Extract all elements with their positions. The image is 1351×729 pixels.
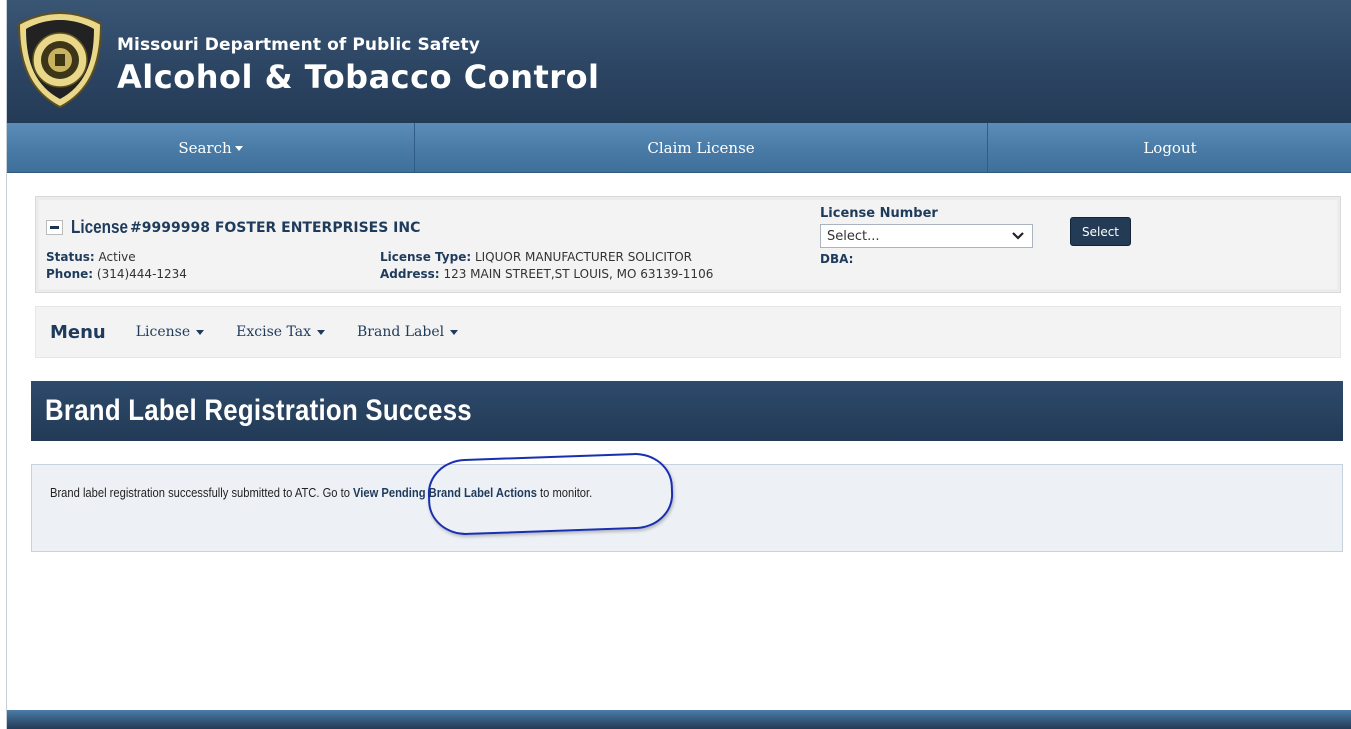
license-number-select[interactable]: Select... (820, 224, 1033, 248)
menu-bar: Menu License Excise Tax Brand Label (35, 306, 1341, 358)
message-text-before: Brand label registration successfully su… (50, 485, 354, 500)
address-field: Address: 123 MAIN STREET,ST LOUIS, MO 63… (380, 267, 713, 281)
dba-label: DBA: (820, 252, 854, 266)
phone-value: (314)444-1234 (96, 267, 187, 281)
caret-down-icon (317, 329, 325, 335)
license-type-label: License Type: (380, 250, 472, 264)
license-panel: License #9999998 FOSTER ENTERPRISES INC … (35, 196, 1341, 293)
address-value: 123 MAIN STREET,ST LOUIS, MO 63139-1106 (443, 267, 714, 281)
menu-brand-label-label: Brand Label (357, 324, 445, 340)
missouri-seal-logo (17, 11, 103, 109)
status-value: Active (98, 250, 136, 264)
caret-down-icon (196, 329, 205, 335)
message-text-after: to monitor. (536, 485, 593, 500)
view-pending-brand-label-actions-link[interactable]: View Pending Brand Label Actions (353, 485, 537, 500)
success-message-panel: Brand label registration successfully su… (31, 464, 1343, 552)
menu-license[interactable]: License (135, 324, 205, 340)
menu-excise-tax[interactable]: Excise Tax (236, 324, 325, 340)
license-number-name: #9999998 FOSTER ENTERPRISES INC (130, 219, 421, 236)
license-number-select-value: Select... (827, 228, 880, 244)
caret-down-icon (234, 145, 243, 151)
phone-label: Phone: (46, 267, 94, 281)
license-label: License (71, 217, 128, 237)
top-navigation: Search Claim License Logout (7, 123, 1351, 173)
phone-field: Phone: (314)444-1234 (46, 267, 187, 281)
site-footer (7, 710, 1351, 729)
site-title: Alcohol & Tobacco Control (117, 58, 600, 96)
address-label: Address: (380, 267, 440, 281)
app-frame: Missouri Department of Public Safety Alc… (6, 0, 1351, 729)
nav-logout-label: Logout (1143, 139, 1197, 157)
menu-brand-label[interactable]: Brand Label (357, 324, 459, 340)
collapse-button[interactable] (46, 220, 63, 235)
success-message: Brand label registration successfully su… (50, 485, 592, 500)
nav-search-label: Search (178, 139, 232, 157)
menu-title: Menu (50, 321, 106, 343)
caret-down-icon (450, 329, 459, 335)
menu-excise-tax-label: Excise Tax (236, 324, 311, 340)
license-number-label: License Number (820, 206, 938, 221)
page-title-bar: Brand Label Registration Success (31, 381, 1343, 441)
chevron-down-icon (1012, 232, 1024, 240)
nav-logout[interactable]: Logout (988, 123, 1351, 173)
agency-name: Missouri Department of Public Safety (117, 35, 480, 55)
status-field: Status: Active (46, 250, 136, 264)
site-header: Missouri Department of Public Safety Alc… (7, 0, 1351, 123)
status-label: Status: (46, 250, 95, 264)
nav-search[interactable]: Search (7, 123, 415, 173)
menu-license-label: License (135, 324, 191, 340)
nav-claim-license-label: Claim License (647, 139, 755, 157)
page-title: Brand Label Registration Success (45, 394, 472, 427)
license-type-value: LIQUOR MANUFACTURER SOLICITOR (474, 250, 693, 264)
select-button[interactable]: Select (1070, 217, 1131, 246)
license-type-field: License Type: LIQUOR MANUFACTURER SOLICI… (380, 250, 692, 264)
nav-claim-license[interactable]: Claim License (415, 123, 988, 173)
license-heading: License #9999998 FOSTER ENTERPRISES INC (46, 217, 420, 238)
minus-icon (50, 226, 59, 229)
